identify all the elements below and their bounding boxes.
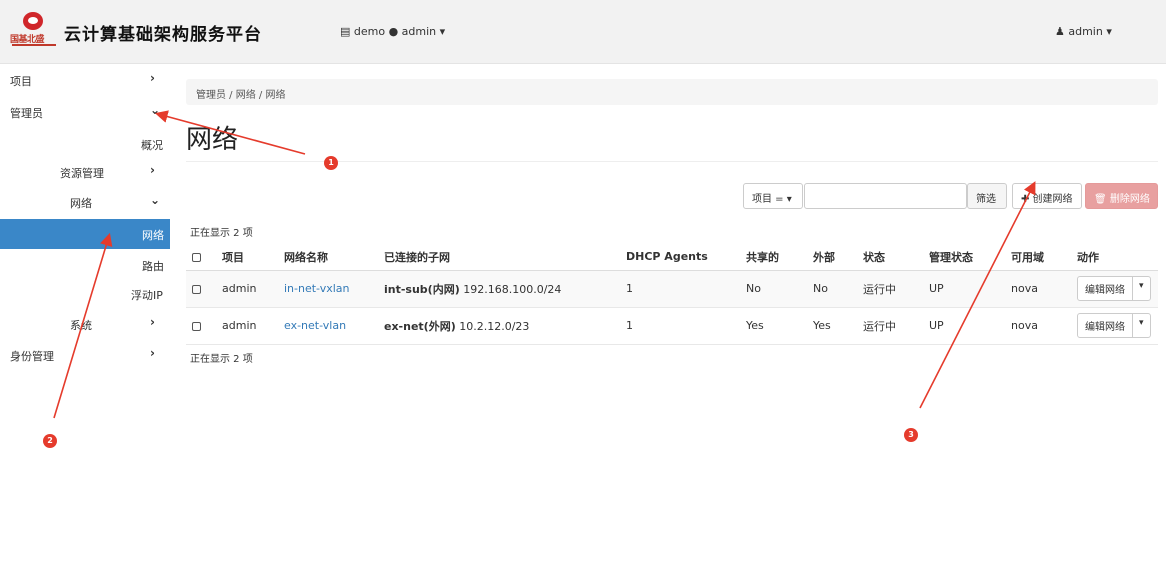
subnet-cidr: 10.2.12.0/23 (459, 319, 530, 333)
sidebar-item-system[interactable]: 系统 › (0, 310, 170, 338)
cell-admin-state: UP (923, 270, 1005, 308)
cell-shared: Yes (740, 307, 807, 345)
cell-external: Yes (807, 307, 857, 345)
top-navbar: 国基北盛 云计算基础架构服务平台 ▤ demo ● admin ▾ ♟ admi… (0, 0, 1166, 64)
caret-down-icon[interactable]: ▾ (1133, 277, 1150, 300)
sidebar-item-label: 资源管理 (60, 167, 104, 180)
cell-admin-state: UP (923, 307, 1005, 345)
col-header-project[interactable]: 项目 (216, 244, 278, 271)
cell-dhcp-agents: 1 (620, 270, 740, 308)
table-row: admin ex-net-vlan ex-net(外网) 10.2.12.0/2… (186, 307, 1158, 345)
cell-project: admin (216, 270, 278, 308)
select-all-checkbox[interactable] (192, 252, 201, 262)
annotation-badge-2: 2 (43, 434, 57, 448)
sidebar-item-label: 浮动IP (131, 289, 163, 302)
col-header-external[interactable]: 外部 (807, 244, 857, 271)
subnet-cidr: 192.168.100.0/24 (463, 282, 562, 296)
table-row: admin in-net-vxlan int-sub(内网) 192.168.1… (186, 270, 1158, 308)
row-checkbox[interactable] (192, 284, 201, 294)
create-network-button[interactable]: ✚ 创建网络 (1012, 183, 1082, 209)
col-header-admin-state[interactable]: 管理状态 (923, 244, 1005, 271)
item-count-top: 正在显示 2 项 (190, 228, 253, 239)
sidebar-item-label: 网络 (142, 229, 164, 242)
sidebar-item-label: 网络 (70, 197, 92, 210)
caret-down-icon[interactable]: ▾ (1133, 314, 1150, 337)
col-header-actions: 动作 (1071, 244, 1158, 271)
networks-table: 项目 网络名称 已连接的子网 DHCP Agents 共享的 外部 状态 管理状… (186, 244, 1158, 345)
page-title: 网络 (186, 125, 239, 155)
col-header-availability-zone[interactable]: 可用域 (1005, 244, 1071, 271)
network-name-link[interactable]: ex-net-vlan (284, 319, 346, 332)
sidebar-item-floating-ip[interactable]: 浮动IP (0, 280, 170, 308)
chevron-right-icon: › (150, 315, 155, 329)
filter-button[interactable]: 筛选 (967, 183, 1007, 209)
annotation-badge-1: 1 (324, 156, 338, 170)
chevron-down-icon: ⌄ (150, 103, 161, 117)
sidebar: 项目 › 管理员 ⌄ 概况 资源管理 › 网络 ⌄ 网络 路由 浮动IP 系统 … (0, 64, 170, 585)
chevron-right-icon: › (150, 71, 155, 85)
cell-availability-zone: nova (1005, 307, 1071, 345)
sidebar-item-network-group[interactable]: 网络 ⌄ (0, 188, 170, 216)
cell-subnets: int-sub(内网) 192.168.100.0/24 (378, 270, 620, 308)
row-actions: 编辑网络 ▾ (1077, 313, 1151, 338)
subnet-name: int-sub(内网) (384, 282, 460, 296)
col-header-status[interactable]: 状态 (857, 244, 923, 271)
col-header-subnets[interactable]: 已连接的子网 (378, 244, 620, 271)
subnet-name: ex-net(外网) (384, 319, 456, 333)
cell-dhcp-agents: 1 (620, 307, 740, 345)
sidebar-item-networks[interactable]: 网络 (0, 219, 170, 249)
col-header-network-name[interactable]: 网络名称 (278, 244, 378, 271)
chevron-down-icon: ⌄ (150, 193, 161, 207)
cell-status: 运行中 (857, 307, 923, 345)
logo: 国基北盛 (10, 12, 60, 52)
delete-network-button[interactable]: 🗑 删除网络 (1085, 183, 1158, 209)
cell-shared: No (740, 270, 807, 308)
app-title: 云计算基础架构服务平台 (64, 25, 262, 45)
edit-network-button[interactable]: 编辑网络 (1078, 277, 1133, 300)
table-header-row: 项目 网络名称 已连接的子网 DHCP Agents 共享的 外部 状态 管理状… (186, 244, 1158, 271)
col-header-shared[interactable]: 共享的 (740, 244, 807, 271)
sidebar-item-project[interactable]: 项目 › (0, 66, 170, 94)
cell-availability-zone: nova (1005, 270, 1071, 308)
network-name-link[interactable]: in-net-vxlan (284, 282, 350, 295)
sidebar-item-label: 身份管理 (10, 350, 54, 363)
sidebar-item-label: 路由 (142, 260, 164, 273)
chevron-right-icon: › (150, 346, 155, 360)
sidebar-item-routers[interactable]: 路由 (0, 251, 170, 279)
cell-project: admin (216, 307, 278, 345)
col-header-dhcp-agents[interactable]: DHCP Agents (620, 244, 740, 271)
edit-network-button[interactable]: 编辑网络 (1078, 314, 1133, 337)
sidebar-item-admin[interactable]: 管理员 ⌄ (0, 98, 170, 126)
user-menu[interactable]: ♟ admin ▾ (1055, 25, 1112, 38)
sidebar-item-label: 概况 (141, 139, 163, 152)
sidebar-item-identity[interactable]: 身份管理 › (0, 341, 170, 369)
chevron-right-icon: › (150, 163, 155, 177)
filter-input[interactable] (804, 183, 967, 209)
sidebar-item-label: 管理员 (10, 107, 43, 120)
cell-subnets: ex-net(外网) 10.2.12.0/23 (378, 307, 620, 345)
sidebar-item-overview[interactable]: 概况 (0, 130, 170, 158)
item-count-bottom: 正在显示 2 项 (190, 354, 253, 365)
logo-mark-icon (23, 12, 43, 30)
cell-external: No (807, 270, 857, 308)
cell-status: 运行中 (857, 270, 923, 308)
project-switcher[interactable]: ▤ demo ● admin ▾ (340, 25, 445, 38)
sidebar-item-resource-management[interactable]: 资源管理 › (0, 158, 170, 186)
breadcrumb: 管理员 / 网络 / 网络 (186, 79, 1158, 105)
logo-underline (12, 44, 56, 48)
annotation-badge-3: 3 (904, 428, 918, 442)
row-actions: 编辑网络 ▾ (1077, 276, 1151, 301)
sidebar-item-label: 系统 (70, 319, 92, 332)
row-checkbox[interactable] (192, 321, 201, 331)
sidebar-item-label: 项目 (10, 75, 32, 88)
filter-field-select[interactable]: 项目 = ▾ (743, 183, 803, 209)
